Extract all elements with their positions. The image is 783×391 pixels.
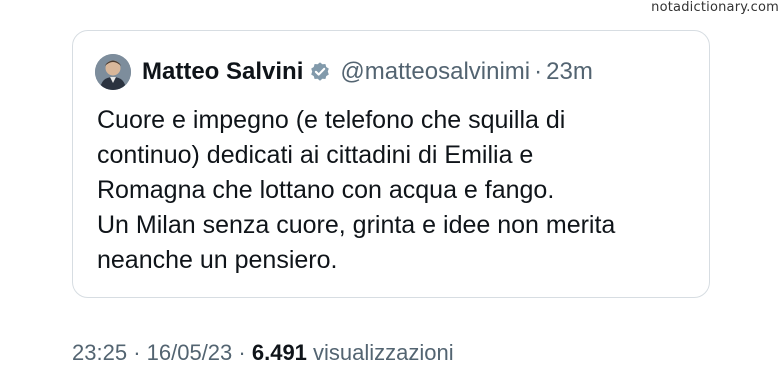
header-separator: ·: [534, 58, 543, 85]
author-name[interactable]: Matteo Salvini: [142, 58, 303, 86]
tweet-age[interactable]: 23m: [546, 58, 593, 86]
post-date[interactable]: 16/05/23: [147, 340, 233, 365]
meta-separator: ·: [133, 340, 141, 365]
views-label: visualizzazioni: [313, 340, 454, 365]
quoted-tweet-card[interactable]: Matteo Salvini @matteosalvinimi · 23m Cu…: [72, 30, 710, 298]
avatar[interactable]: [95, 54, 131, 90]
quoted-tweet-text: Cuore e impegno (e telefono che squilla …: [97, 106, 616, 274]
verified-badge-icon: [309, 61, 331, 83]
tweet-meta: 23:25 · 16/05/23 · 6.491 visualizzazioni: [72, 340, 454, 366]
watermark: notadictionary.com: [651, 0, 779, 15]
views-count: 6.491: [251, 340, 307, 365]
author-handle[interactable]: @matteosalvinimi: [340, 58, 530, 86]
meta-separator: ·: [238, 340, 246, 365]
quoted-tweet-header: Matteo Salvini @matteosalvinimi · 23m: [95, 53, 693, 91]
post-time[interactable]: 23:25: [72, 340, 127, 365]
